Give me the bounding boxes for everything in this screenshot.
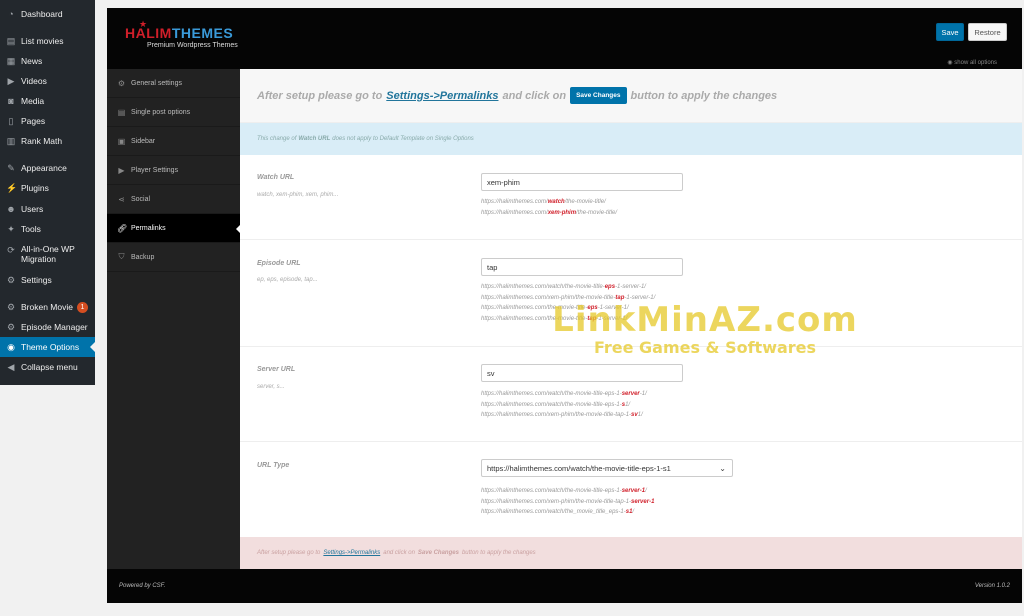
logo-tagline: Premium Wordpress Themes [147, 42, 238, 49]
watch-url-input[interactable]: xem-phim [481, 173, 683, 191]
menu-item-plugins[interactable]: ⚡ Plugins [0, 178, 95, 198]
field-title: Episode URL [257, 260, 301, 267]
save-button[interactable]: Save [936, 23, 964, 41]
save-changes-button[interactable]: Save Changes [570, 87, 627, 104]
nav-sidebar[interactable]: ▣ Sidebar [107, 127, 240, 156]
url-type-select[interactable]: https://halimthemes.com/watch/the-movie-… [481, 459, 733, 477]
nav-single-post-options[interactable]: ▤ Single post options [107, 98, 240, 127]
video-icon: ▶ [7, 76, 15, 86]
menu-item-dashboard[interactable]: ◔ Dashboard [0, 4, 95, 24]
menu-item-media[interactable]: ◙ Media [0, 91, 95, 111]
settings-permalinks-link[interactable]: Settings->Permalinks [323, 550, 380, 556]
dashboard-icon: ◔ [8, 9, 14, 19]
star-icon: ★ [139, 19, 148, 29]
panel-footer: Powered by CSF. Version 1.0.2 [107, 569, 1022, 603]
gear-icon: ⚙ [6, 302, 16, 312]
wrench-icon: ✦ [7, 224, 15, 234]
menu-item-settings[interactable]: ⚙ Settings [0, 270, 95, 290]
chart-icon: ▥ [6, 136, 16, 146]
permalinks-section: After setup please go to Settings->Perma… [240, 69, 1022, 569]
settings-permalinks-link[interactable]: Settings->Permalinks [386, 90, 498, 102]
users-icon: ☻ [6, 204, 16, 214]
menu-item-episode-manager[interactable]: ⚙ Episode Manager [0, 317, 95, 337]
nav-general-settings[interactable]: ⚙ General settings [107, 69, 240, 98]
nav-backup[interactable]: ⛉ Backup [107, 243, 240, 272]
info-notice: This change of Watch URL does not apply to… [240, 123, 1022, 155]
nav-permalinks[interactable]: 🔗︎ Permalinks [107, 214, 240, 243]
sidebar-icon: ▣ [117, 136, 126, 146]
menu-item-users[interactable]: ☻ Users [0, 199, 95, 219]
nav-social[interactable]: ⋖ Social [107, 185, 240, 214]
menu-item-rank-math[interactable]: ▥ Rank Math [0, 131, 95, 151]
version-label: Version 1.0.2 [974, 583, 1010, 589]
menu-item-appearance[interactable]: ✎ Appearance [0, 158, 95, 178]
active-menu-arrow [90, 342, 95, 352]
pages-icon: ▯ [8, 116, 14, 126]
migration-icon: ⟳ [7, 245, 15, 255]
server-url-field: Server URL server, s... sv https://halim… [240, 347, 1022, 442]
shield-icon: ⛉ [118, 252, 125, 261]
options-nav: ⚙ General settings ▤ Single post options ▣… [107, 69, 240, 569]
setup-notice-bottom: After setup please go to Settings->Perma… [240, 537, 1022, 569]
brush-icon: ✎ [7, 163, 15, 173]
menu-item-broken-movie[interactable]: ⚙ Broken Movie 1 [0, 297, 95, 317]
share-icon: ⋖ [118, 194, 125, 204]
field-description: watch, xem-phim, xem, phim... [257, 192, 339, 198]
menu-item-list-movies[interactable]: ▤ List movies [0, 31, 95, 51]
menu-item-pages[interactable]: ▯ Pages [0, 111, 95, 131]
field-description: server, s... [257, 384, 285, 390]
news-icon: ▦ [6, 56, 16, 66]
gear-icon: ⚙ [117, 78, 126, 88]
count-badge: 1 [76, 301, 88, 313]
field-title: Server URL [257, 366, 296, 373]
media-icon: ◙ [8, 96, 14, 106]
collapse-icon: ◀ [7, 362, 15, 372]
field-help: https://halimthemes.com/watch/the-movie-… [481, 284, 656, 322]
nav-player-settings[interactable]: ▶ Player Settings [107, 156, 240, 185]
field-help: https://halimthemes.com/watch/the-movie-… [481, 391, 647, 418]
gear-icon: ⚙ [6, 322, 16, 332]
theme-options-panel: ★ HALIMTHEMES Premium Wordpress Themes S… [107, 8, 1022, 603]
restore-button[interactable]: Restore [968, 23, 1007, 41]
field-title: Watch URL [257, 174, 295, 181]
youtube-icon: ▶ [118, 165, 125, 175]
setup-notice: After setup please go to Settings->Perma… [240, 69, 1022, 123]
halim-themes-logo: ★ HALIMTHEMES Premium Wordpress Themes [125, 19, 238, 49]
menu-item-videos[interactable]: ▶ Videos [0, 71, 95, 91]
theme-options-icon: ◉ [7, 342, 15, 352]
episode-url-field: Episode URL ep, eps, episode, tap... tap… [240, 240, 1022, 347]
panel-header: ★ HALIMTHEMES Premium Wordpress Themes S… [107, 8, 1022, 69]
post-icon: ▤ [117, 107, 126, 117]
field-help: https://halimthemes.com/watch/the-movie-… [481, 488, 655, 515]
episode-url-input[interactable]: tap [481, 258, 683, 276]
film-icon: ▤ [6, 36, 16, 46]
collapse-menu-button[interactable]: ◀ Collapse menu [0, 357, 95, 377]
url-type-field: URL Type https://halimthemes.com/watch/t… [240, 442, 1022, 537]
settings-icon: ⚙ [6, 275, 16, 285]
menu-item-news[interactable]: ▦ News [0, 51, 95, 71]
field-description: ep, eps, episode, tap... [257, 277, 318, 283]
menu-item-theme-options[interactable]: ◉ Theme Options [0, 337, 95, 357]
powered-by: Powered by CSF. [119, 583, 166, 589]
field-title: URL Type [257, 462, 290, 469]
menu-item-all-in-one-migration[interactable]: ⟳ All-in-One WP Migration [0, 244, 95, 270]
field-help: https://halimthemes.com/watch/the-movie-… [481, 199, 618, 216]
watch-url-field: Watch URL watch, xem-phim, xem, phim... … [240, 155, 1022, 240]
show-all-options-link[interactable]: ◉ show all options [947, 59, 997, 66]
link-icon: 🔗︎ [117, 223, 128, 233]
wp-admin-sidebar: ◔ Dashboard ▤ List movies ▦ News ▶ Videos ◙ M… [0, 0, 95, 385]
server-url-input[interactable]: sv [481, 364, 683, 382]
plugin-icon: ⚡ [6, 183, 18, 193]
menu-item-tools[interactable]: ✦ Tools [0, 219, 95, 239]
chevron-down-icon: ⌄ [719, 463, 726, 473]
